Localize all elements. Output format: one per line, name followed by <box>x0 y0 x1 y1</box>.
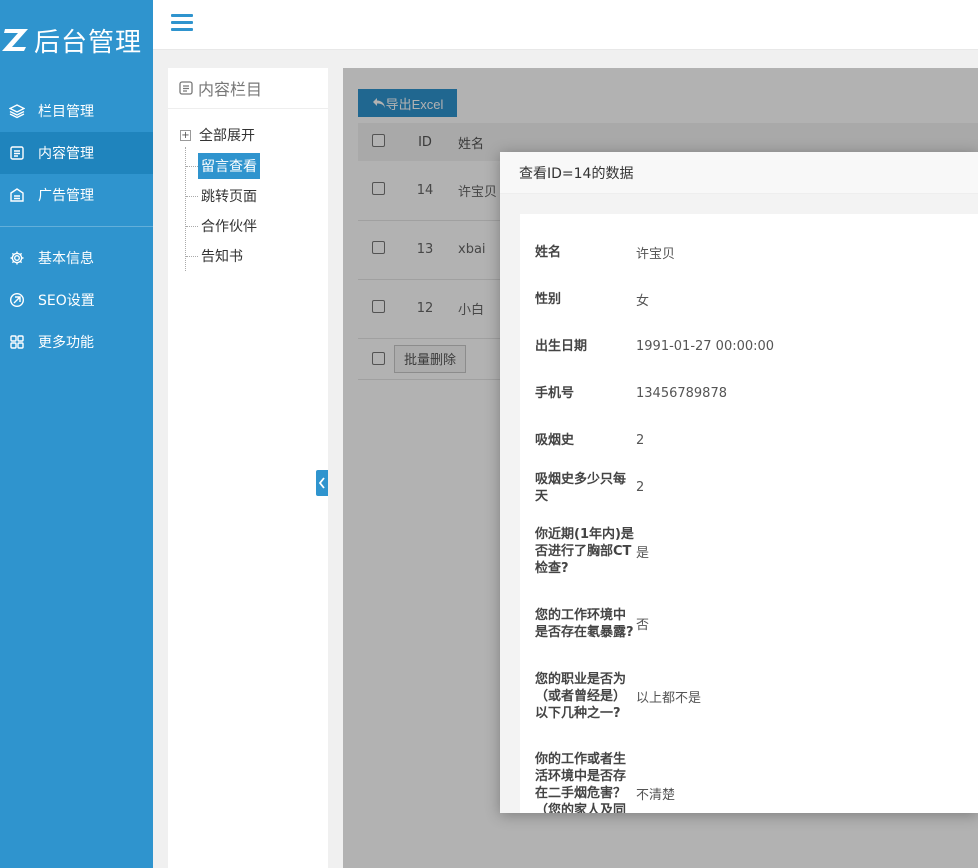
tree-node-messages[interactable]: 留言查看 <box>186 151 328 181</box>
tree-panel-title: 内容栏目 <box>168 68 328 109</box>
detail-row: 姓名 许宝贝 <box>520 229 978 276</box>
detail-row: 吸烟史 2 <box>520 417 978 464</box>
modal-body: 姓名 许宝贝 性别 女 出生日期 1991-01-27 00:00:00 手机号… <box>500 194 978 813</box>
field-value: 是 <box>636 545 650 561</box>
detail-row: 出生日期 1991-01-27 00:00:00 <box>520 323 978 370</box>
tree-expand-all[interactable]: + 全部展开 <box>180 123 328 147</box>
field-value: 许宝贝 <box>636 247 676 262</box>
field-value: 13456789878 <box>636 386 727 401</box>
sidebar: 后台管理 栏目管理 内容管理 广告管理 基本信息 SEO设置 更多功能 <box>0 0 153 868</box>
sidebar-item-ads[interactable]: 广告管理 <box>0 174 153 216</box>
field-label: 性别 <box>535 292 562 307</box>
seo-icon <box>8 291 26 309</box>
sidebar-item-label: 广告管理 <box>38 188 94 204</box>
field-value: 2 <box>636 433 645 448</box>
chevron-left-icon <box>318 477 325 489</box>
collapse-panel-button[interactable] <box>316 470 328 496</box>
content-tree-panel: 内容栏目 + 全部展开 留言查看 跳转页面 合作伙伴 告知书 <box>168 68 328 868</box>
detail-row: 你的工作或者生活环境中是否存在二手烟危害？（您的家人及同事或者朋 不清楚 <box>520 736 978 813</box>
sidebar-item-label: 基本信息 <box>38 251 94 267</box>
field-label: 姓名 <box>535 245 562 260</box>
field-value: 1991-01-27 00:00:00 <box>636 339 775 354</box>
field-value: 以上都不是 <box>636 690 702 706</box>
detail-row: 吸烟史多少只每天 2 <box>520 464 978 511</box>
sidebar-item-label: 更多功能 <box>38 335 94 351</box>
detail-modal: 查看ID=14的数据 姓名 许宝贝 性别 女 出生日期 1991-01-27 0… <box>500 152 978 813</box>
sidebar-item-seo[interactable]: SEO设置 <box>0 279 153 321</box>
field-value: 否 <box>636 618 650 633</box>
gear-icon <box>8 249 26 267</box>
document-icon <box>8 144 26 162</box>
field-label: 您的职业是否为（或者曾经是）以下几种之一? <box>535 671 627 721</box>
tree-node-notice[interactable]: 告知书 <box>186 241 328 271</box>
detail-row: 手机号 13456789878 <box>520 370 978 417</box>
list-icon <box>178 80 194 96</box>
content-tree: + 全部展开 留言查看 跳转页面 合作伙伴 告知书 <box>168 109 328 271</box>
field-label: 您的工作环境中是否存在氡暴露? <box>535 607 634 640</box>
sidebar-item-label: SEO设置 <box>38 293 95 309</box>
sidebar-nav: 栏目管理 内容管理 广告管理 基本信息 SEO设置 更多功能 <box>0 90 153 363</box>
field-value: 不清楚 <box>636 788 676 803</box>
sidebar-item-more[interactable]: 更多功能 <box>0 321 153 363</box>
detail-table: 姓名 许宝贝 性别 女 出生日期 1991-01-27 00:00:00 手机号… <box>520 229 978 813</box>
sidebar-item-label: 内容管理 <box>38 146 94 162</box>
field-label: 出生日期 <box>535 339 588 354</box>
grid-icon <box>8 333 26 351</box>
logo-text: 后台管理 <box>34 27 143 58</box>
sidebar-item-label: 栏目管理 <box>38 104 94 120</box>
field-label: 手机号 <box>535 386 575 401</box>
expand-plus-icon[interactable]: + <box>180 129 191 141</box>
field-value: 女 <box>636 294 650 309</box>
ad-icon <box>8 186 26 204</box>
detail-row: 性别 女 <box>520 276 978 323</box>
modal-content[interactable]: 姓名 许宝贝 性别 女 出生日期 1991-01-27 00:00:00 手机号… <box>520 214 978 813</box>
logo: 后台管理 <box>0 0 153 80</box>
field-label: 吸烟史 <box>535 433 575 448</box>
tree-children: 留言查看 跳转页面 合作伙伴 告知书 <box>185 147 328 271</box>
detail-row: 您的职业是否为（或者曾经是）以下几种之一? 以上都不是 <box>520 656 978 736</box>
detail-row: 你近期(1年内)是否进行了胸部CT检查? 是 <box>520 511 978 591</box>
field-label: 你的工作或者生活环境中是否存在二手烟危害？（您的家人及同事或者朋 <box>535 752 627 813</box>
tree-node-redirect[interactable]: 跳转页面 <box>186 181 328 211</box>
modal-title: 查看ID=14的数据 <box>500 152 978 194</box>
sidebar-item-content[interactable]: 内容管理 <box>0 132 153 174</box>
top-bar <box>153 0 978 50</box>
detail-row: 您的工作环境中是否存在氡暴露? 否 <box>520 591 978 656</box>
field-label: 你近期(1年内)是否进行了胸部CT检查? <box>535 526 634 576</box>
sidebar-item-basic-info[interactable]: 基本信息 <box>0 237 153 279</box>
sidebar-divider <box>0 226 153 227</box>
logo-z-icon <box>2 27 30 53</box>
menu-toggle-icon[interactable] <box>171 14 193 32</box>
sidebar-item-column[interactable]: 栏目管理 <box>0 90 153 132</box>
tree-node-partners[interactable]: 合作伙伴 <box>186 211 328 241</box>
field-label: 吸烟史多少只每天 <box>535 471 627 504</box>
layers-icon <box>8 102 26 120</box>
field-value: 2 <box>636 480 645 495</box>
